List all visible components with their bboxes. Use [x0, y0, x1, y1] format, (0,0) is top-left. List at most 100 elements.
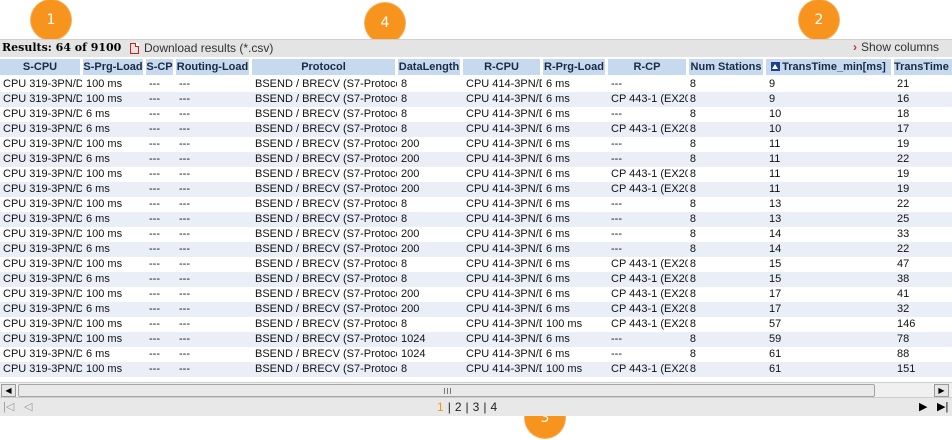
- cell-s-cp: ---: [149, 123, 160, 135]
- page-link-4[interactable]: 4: [490, 400, 497, 414]
- table-row[interactable]: CPU 319-3PN/DP 6 ms --- --- BSEND / BRECV (S…: [0, 107, 952, 122]
- cell-s-prg-load: 100 ms: [86, 78, 123, 90]
- first-page-icon[interactable]: |◁: [3, 400, 14, 413]
- cell-transtime: 25: [897, 213, 910, 225]
- cell-r-cp: CP 443-1 (EX20): [611, 303, 688, 315]
- cell-r-prg-load: 6 ms: [546, 123, 570, 135]
- table-row[interactable]: CPU 319-3PN/DP 6 ms --- --- BSEND / BRECV (S…: [0, 212, 952, 227]
- column-header-routing-load[interactable]: Routing-Load: [176, 59, 251, 75]
- page-link-1[interactable]: 1: [437, 400, 444, 414]
- cell-s-prg-load: 6 ms: [86, 348, 110, 360]
- cell-r-cp: CP 443-1 (EX20): [611, 273, 688, 285]
- cell-transtime: 18: [897, 108, 910, 120]
- column-header-r-prg-load[interactable]: R-Prg-Load: [543, 59, 607, 75]
- table-row[interactable]: CPU 319-3PN/DP 6 ms --- --- BSEND / BRECV (S…: [0, 302, 952, 317]
- cell-r-prg-load: 6 ms: [546, 183, 570, 195]
- cell-r-prg-load: 6 ms: [546, 273, 570, 285]
- cell-r-cp: CP 443-1 (EX20): [611, 123, 688, 135]
- table-row[interactable]: CPU 319-3PN/DP 100 ms --- --- BSEND / BRECV …: [0, 227, 952, 242]
- table-row[interactable]: CPU 319-3PN/DP 100 ms --- --- BSEND / BRECV …: [0, 137, 952, 152]
- table-row[interactable]: CPU 319-3PN/DP 100 ms --- --- BSEND / BRECV …: [0, 92, 952, 107]
- cell-s-prg-load: 6 ms: [86, 273, 110, 285]
- cell-routing-load: ---: [179, 168, 190, 180]
- cell-num-stations: 8: [689, 303, 696, 315]
- table-row[interactable]: CPU 319-3PN/DP 6 ms --- --- BSEND / BRECV (S…: [0, 152, 952, 167]
- column-header-protocol[interactable]: Protocol: [252, 59, 397, 75]
- cell-r-prg-load: 6 ms: [546, 93, 570, 105]
- column-header-label: Num Stations: [690, 61, 762, 73]
- column-header-num-stations[interactable]: Num Stations: [689, 59, 765, 75]
- next-page-icon[interactable]: ▶: [919, 400, 927, 413]
- column-header-r-cp[interactable]: R-CP: [608, 59, 688, 75]
- table-row[interactable]: CPU 319-3PN/DP 100 ms --- --- BSEND / BRECV …: [0, 167, 952, 182]
- column-header-s-prg-load[interactable]: S-Prg-Load: [83, 59, 145, 75]
- scroll-right-button[interactable]: ▶: [934, 384, 949, 397]
- cell-protocol: BSEND / BRECV (S7-Protocol): [255, 273, 397, 285]
- table-row[interactable]: CPU 319-3PN/DP 6 ms --- --- BSEND / BRECV (S…: [0, 182, 952, 197]
- table-row[interactable]: CPU 319-3PN/DP 6 ms --- --- BSEND / BRECV (S…: [0, 272, 952, 287]
- cell-data-length: 8: [401, 78, 408, 90]
- cell-data-length: 8: [401, 273, 408, 285]
- cell-routing-load: ---: [179, 228, 190, 240]
- download-results-link[interactable]: Download results (*.csv): [130, 41, 273, 55]
- results-grid: S-CPU S-Prg-Load S-CP Routing-Load Protocol D…: [0, 59, 952, 382]
- cell-s-prg-load: 6 ms: [86, 123, 110, 135]
- cell-transtime-min: 13: [769, 213, 782, 225]
- cell-s-prg-load: 100 ms: [86, 333, 123, 345]
- cell-transtime-min: 15: [769, 258, 782, 270]
- cell-r-cpu: CPU 414-3PN/DP: [466, 198, 542, 210]
- table-row[interactable]: CPU 319-3PN/DP 6 ms --- --- BSEND / BRECV (S…: [0, 242, 952, 257]
- page-link-2[interactable]: 2: [455, 400, 462, 414]
- cell-r-prg-load: 6 ms: [546, 333, 570, 345]
- column-header-transtime-min[interactable]: TransTime_min[ms]: [766, 59, 893, 75]
- cell-protocol: BSEND / BRECV (S7-Protocol): [255, 363, 397, 375]
- column-header-s-cpu[interactable]: S-CPU: [0, 59, 82, 75]
- page-link-3[interactable]: 3: [473, 400, 480, 414]
- pager: |◁ ◁ 1 | 2 | 3 | 4 ▶ ▶|: [0, 398, 952, 416]
- table-row[interactable]: CPU 319-3PN/DP 100 ms --- --- BSEND / BRECV …: [0, 197, 952, 212]
- column-header-s-cp[interactable]: S-CP: [146, 59, 175, 75]
- cell-routing-load: ---: [179, 333, 190, 345]
- scrollbar-thumb[interactable]: [18, 384, 875, 397]
- column-header-r-cpu[interactable]: R-CPU: [463, 59, 542, 75]
- cell-s-cpu: CPU 319-3PN/DP: [3, 318, 82, 330]
- cell-transtime-min: 10: [769, 108, 782, 120]
- cell-r-cp: CP 443-1 (EX20): [611, 363, 688, 375]
- table-row[interactable]: CPU 319-3PN/DP 6 ms --- --- BSEND / BRECV (S…: [0, 122, 952, 137]
- column-header-transtime[interactable]: TransTime: [894, 59, 952, 75]
- table-row[interactable]: CPU 319-3PN/DP 100 ms --- --- BSEND / BRECV …: [0, 332, 952, 347]
- previous-page-icon[interactable]: ◁: [24, 400, 32, 413]
- horizontal-scrollbar[interactable]: ◀ ▶: [0, 382, 952, 398]
- table-row[interactable]: CPU 319-3PN/DP 100 ms --- --- BSEND / BRECV …: [0, 77, 952, 92]
- cell-num-stations: 8: [689, 333, 696, 345]
- cell-protocol: BSEND / BRECV (S7-Protocol): [255, 93, 397, 105]
- last-page-icon[interactable]: ▶|: [937, 400, 948, 413]
- cell-routing-load: ---: [179, 288, 190, 300]
- table-row[interactable]: CPU 319-3PN/DP 100 ms --- --- BSEND / BRECV …: [0, 362, 952, 377]
- table-row[interactable]: CPU 319-3PN/DP 100 ms --- --- BSEND / BRECV …: [0, 257, 952, 272]
- scroll-left-button[interactable]: ◀: [1, 384, 16, 397]
- cell-routing-load: ---: [179, 273, 190, 285]
- cell-s-cpu: CPU 319-3PN/DP: [3, 78, 82, 90]
- column-header-data-length[interactable]: DataLength: [398, 59, 462, 75]
- cell-s-prg-load: 6 ms: [86, 213, 110, 225]
- show-columns-link[interactable]: › Show columns: [853, 40, 939, 54]
- table-row[interactable]: CPU 319-3PN/DP 100 ms --- --- BSEND / BRECV …: [0, 317, 952, 332]
- column-header-label: R-CPU: [484, 61, 519, 73]
- cell-r-prg-load: 100 ms: [546, 363, 583, 375]
- page-links: 1 | 2 | 3 | 4: [437, 400, 497, 414]
- cell-num-stations: 8: [689, 243, 696, 255]
- cell-s-cpu: CPU 319-3PN/DP: [3, 288, 82, 300]
- cell-s-prg-load: 100 ms: [86, 198, 123, 210]
- cell-protocol: BSEND / BRECV (S7-Protocol): [255, 123, 397, 135]
- cell-transtime: 146: [897, 318, 916, 330]
- cell-protocol: BSEND / BRECV (S7-Protocol): [255, 78, 397, 90]
- cell-s-prg-load: 100 ms: [86, 258, 123, 270]
- table-row[interactable]: CPU 319-3PN/DP 100 ms --- --- BSEND / BRECV …: [0, 287, 952, 302]
- cell-protocol: BSEND / BRECV (S7-Protocol): [255, 183, 397, 195]
- cell-s-prg-load: 100 ms: [86, 138, 123, 150]
- cell-transtime-min: 10: [769, 123, 782, 135]
- table-row[interactable]: CPU 319-3PN/DP 6 ms --- --- BSEND / BRECV (S…: [0, 347, 952, 362]
- cell-transtime: 41: [897, 288, 910, 300]
- callout-2: 2: [799, 0, 839, 40]
